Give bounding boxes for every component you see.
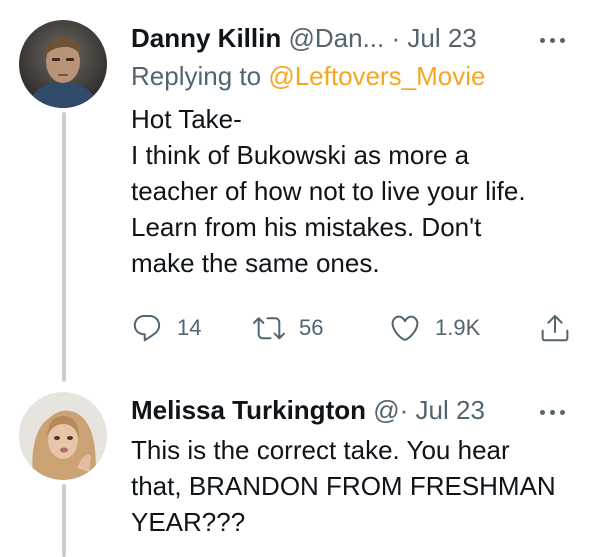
retweet-count: 56 xyxy=(299,315,324,340)
tweet-header: Melissa Turkington @· Jul 23 xyxy=(131,394,485,426)
replying-to-line: Replying to @Leftovers_Movie xyxy=(131,60,485,92)
tweet-body: This is the correct take. You hear that,… xyxy=(131,432,556,540)
tweet-body: Hot Take- I think of Bukowski as more a … xyxy=(131,101,526,281)
replying-to-link[interactable]: @Leftovers_Movie xyxy=(268,61,485,91)
reply-button[interactable]: 14 xyxy=(131,310,201,346)
share-button[interactable] xyxy=(539,310,571,346)
retweet-button[interactable]: 56 xyxy=(253,310,323,346)
tweet-body-line: I think of Bukowski as more a xyxy=(131,140,470,170)
tweet-date[interactable]: Jul 23 xyxy=(416,395,485,425)
like-icon xyxy=(391,315,419,341)
more-icon[interactable] xyxy=(540,35,570,45)
more-icon[interactable] xyxy=(540,407,570,417)
reply-count: 14 xyxy=(177,315,202,340)
user-handle[interactable]: @Dan... xyxy=(288,23,384,53)
user-handle[interactable]: @ xyxy=(373,395,399,425)
tweet-body-line: make the same ones. xyxy=(131,248,380,278)
tweet-date[interactable]: Jul 23 xyxy=(407,23,476,53)
display-name[interactable]: Melissa Turkington xyxy=(131,395,366,425)
share-icon xyxy=(541,315,569,342)
thread-line-top xyxy=(62,112,66,382)
retweet-icon xyxy=(253,317,285,340)
replying-prefix: Replying to xyxy=(131,61,262,91)
tweet-body-line: teacher of how not to live your life. xyxy=(131,176,526,206)
avatar-melissa-image xyxy=(19,392,107,480)
tweet-body-line: that, BRANDON FROM FRESHMAN xyxy=(131,471,556,501)
thread-line-bottom xyxy=(62,484,66,557)
like-count: 1.9K xyxy=(435,315,481,340)
tweet-body-line: Learn from his mistakes. Don't xyxy=(131,212,482,242)
avatar-melissa[interactable] xyxy=(19,392,107,480)
tweet-body-line: YEAR??? xyxy=(131,507,246,537)
reply-icon xyxy=(133,314,161,342)
tweet-body-line: This is the correct take. You hear xyxy=(131,435,510,465)
like-button[interactable]: 1.9K xyxy=(389,310,480,346)
separator-dot: · xyxy=(399,395,409,425)
tweet-body-line: Hot Take- xyxy=(131,104,242,134)
separator-dot: · xyxy=(391,23,401,53)
display-name[interactable]: Danny Killin xyxy=(131,23,281,53)
tweet-actions: 14 56 1.9K xyxy=(131,310,571,346)
tweet-header: Danny Killin @Dan... · Jul 23 xyxy=(131,22,477,54)
avatar-danny-image xyxy=(19,20,107,108)
avatar-danny[interactable] xyxy=(19,20,107,108)
